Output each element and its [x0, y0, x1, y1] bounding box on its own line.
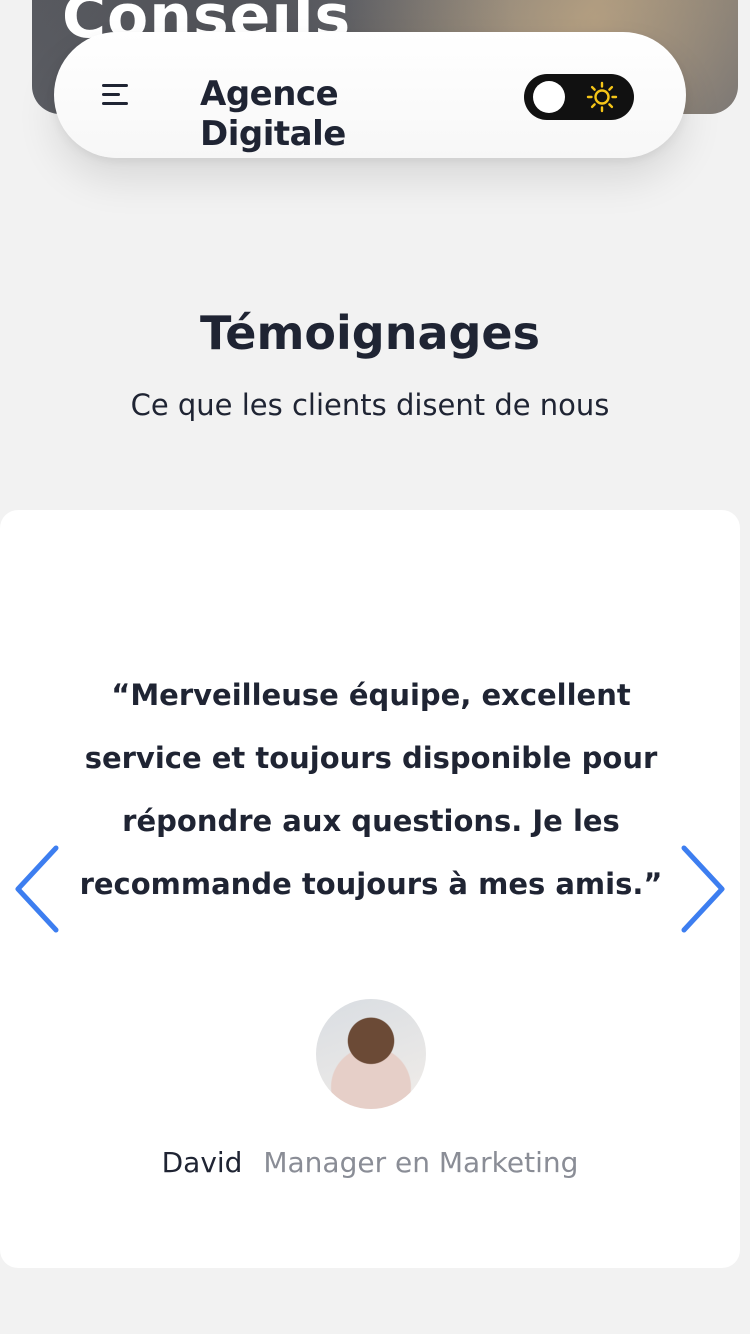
- avatar: [316, 999, 426, 1109]
- testimonial-author: David Manager en Marketing: [0, 1146, 740, 1179]
- sun-icon: [586, 81, 618, 113]
- section-title: Témoignages: [200, 306, 540, 360]
- menu-icon[interactable]: [100, 80, 134, 110]
- author-role: Manager en Marketing: [263, 1146, 579, 1179]
- toggle-knob: [533, 81, 565, 113]
- chevron-right-icon[interactable]: [678, 844, 728, 934]
- testimonial-quote: “Merveilleuse équipe, excellent service …: [79, 678, 663, 901]
- section-subtitle: Ce que les clients disent de nous: [130, 388, 610, 422]
- brand-name[interactable]: Agence Digitale: [200, 74, 490, 154]
- page: Conseils Agence Digitale Témoignages Ce …: [0, 0, 750, 1334]
- chevron-left-icon[interactable]: [12, 844, 62, 934]
- header-bar: Agence Digitale: [54, 32, 686, 158]
- author-name: David: [161, 1146, 243, 1179]
- theme-toggle[interactable]: [524, 74, 634, 120]
